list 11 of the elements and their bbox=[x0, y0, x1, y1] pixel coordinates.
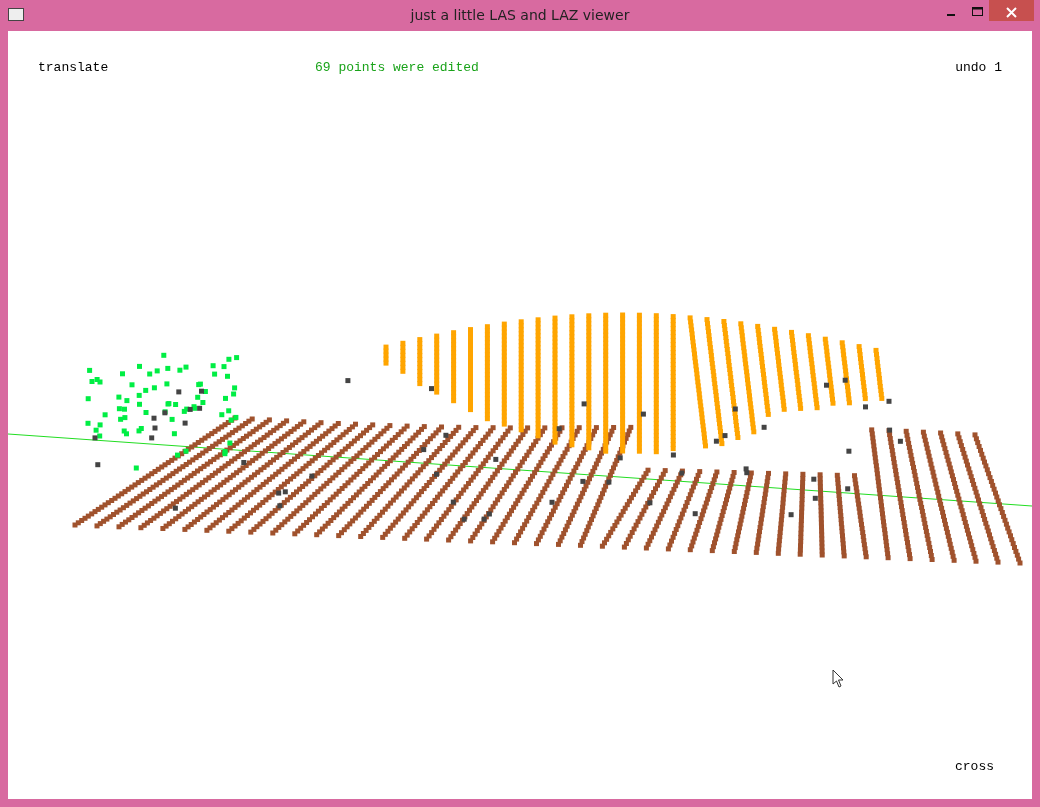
mouse-pointer-icon bbox=[832, 669, 846, 689]
cursor-mode-label: cross bbox=[955, 758, 994, 776]
undo-counter: undo 1 bbox=[955, 59, 1002, 77]
mode-label: translate bbox=[38, 59, 109, 77]
window-title: just a little LAS and LAZ viewer bbox=[410, 6, 630, 25]
maximize-icon bbox=[972, 7, 983, 16]
status-message: 69 points were edited bbox=[315, 59, 479, 77]
app-icon bbox=[8, 8, 24, 21]
minimize-icon bbox=[947, 14, 955, 16]
close-button[interactable] bbox=[989, 0, 1034, 21]
close-icon bbox=[1006, 7, 1017, 18]
